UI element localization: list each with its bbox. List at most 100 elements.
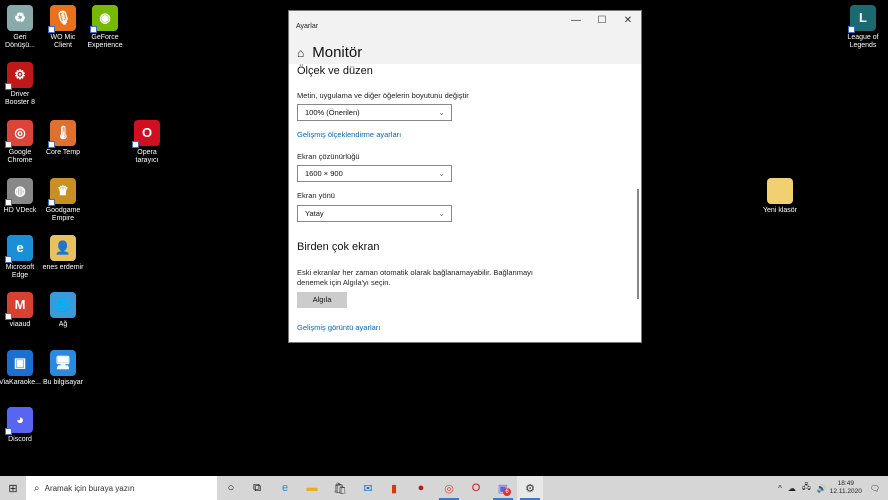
desktop-icon[interactable]: ◉ GeForce Experience bbox=[83, 5, 127, 50]
desktop-icon-label: Ağ bbox=[58, 321, 68, 328]
desktop-icon[interactable]: ♻ Geri Dönüşü... bbox=[0, 5, 42, 50]
shortcut-arrow-icon bbox=[48, 26, 55, 33]
chevron-down-icon: ⌄ bbox=[438, 169, 445, 178]
discord-taskbar-icon[interactable]: ▣6 bbox=[490, 476, 516, 500]
resolution-dropdown[interactable]: 1600 × 900 ⌄ bbox=[297, 165, 452, 182]
desktop-icon-label: Yeni klasör bbox=[763, 207, 797, 214]
settings-window: Ayarlar — ☐ ✕ ⌂ Monitör Ölçek ve düzen M… bbox=[288, 10, 642, 343]
shortcut-arrow-icon bbox=[90, 26, 97, 33]
detect-button[interactable]: Algıla bbox=[297, 292, 347, 308]
shortcut-arrow-icon bbox=[132, 141, 139, 148]
network-tray-icon[interactable]: 🖧 bbox=[802, 481, 811, 495]
minimize-button[interactable]: — bbox=[563, 11, 589, 31]
desktop-icon[interactable]: L League of Legends bbox=[841, 5, 885, 50]
advanced-scaling-link[interactable]: Gelişmiş ölçeklendirme ayarları bbox=[297, 130, 401, 139]
maximize-button[interactable]: ☐ bbox=[589, 11, 615, 31]
volume-icon[interactable]: 🔊 bbox=[817, 484, 827, 493]
title-bar: Ayarlar — ☐ ✕ bbox=[289, 11, 641, 41]
scrollbar[interactable] bbox=[637, 189, 639, 299]
network-icon: 🌐 bbox=[50, 292, 76, 318]
desktop-icon[interactable]: O Opera tarayıcı bbox=[125, 120, 169, 165]
office-icon[interactable]: ▮ bbox=[381, 476, 407, 500]
driver-booster-icon: ⚙ bbox=[5, 62, 33, 90]
cortana-icon[interactable]: ○ bbox=[218, 476, 244, 500]
desktop-icon[interactable]: ◍ HD VDeck bbox=[0, 178, 42, 215]
windows-start-icon[interactable]: ⊞ bbox=[0, 482, 26, 495]
resolution-value: 1600 × 900 bbox=[305, 169, 343, 178]
multi-display-heading: Birden çok ekran bbox=[297, 241, 380, 253]
file-explorer-icon[interactable]: ▬ bbox=[299, 476, 325, 500]
mail-icon[interactable]: ✉ bbox=[355, 476, 381, 500]
desktop-icon[interactable]: ⚙ Driver Booster 8 bbox=[0, 62, 42, 107]
onedrive-icon[interactable]: ☁ bbox=[788, 484, 796, 493]
desktop-icon[interactable]: ◕ Discord bbox=[0, 407, 42, 444]
desktop-icon[interactable]: 🖥 Bu bilgisayar bbox=[41, 350, 85, 387]
desktop-icon-label: Opera tarayıcı bbox=[135, 149, 159, 164]
home-icon[interactable]: ⌂ bbox=[297, 46, 304, 60]
clock[interactable]: 18:49 12.11.2020 bbox=[830, 480, 862, 496]
desktop-icon-label: enes erdemir bbox=[42, 264, 84, 271]
store-icon[interactable]: 🛍 bbox=[327, 476, 353, 500]
scale-section-heading: Ölçek ve düzen bbox=[297, 65, 373, 77]
window-title: Ayarlar bbox=[296, 22, 319, 30]
desktop-icon[interactable]: 🎙 WO Mic Client bbox=[41, 5, 85, 50]
settings-taskbar-icon[interactable]: ⚙ bbox=[517, 476, 543, 500]
desktop-icon-label: viaaud bbox=[9, 321, 31, 328]
opera-taskbar-icon[interactable]: O bbox=[463, 476, 489, 500]
search-input[interactable]: ⌕ Aramak için buraya yazın bbox=[26, 476, 217, 500]
crown-icon: ♛ bbox=[48, 178, 76, 206]
notification-badge: 6 bbox=[503, 488, 511, 496]
close-button[interactable]: ✕ bbox=[615, 11, 641, 31]
resolution-label: Ekran çözünürlüğü bbox=[297, 152, 360, 161]
orientation-value: Yatay bbox=[305, 209, 324, 218]
league-icon: L bbox=[848, 5, 876, 33]
advanced-display-link[interactable]: Gelişmiş görüntü ayarları bbox=[297, 323, 380, 332]
desktop-icon-label: League of Legends bbox=[847, 34, 879, 49]
scale-dropdown[interactable]: 100% (Önerilen) ⌄ bbox=[297, 104, 452, 121]
desktop-icon-label: GeForce Experience bbox=[87, 34, 123, 49]
multi-display-description: Eski ekranlar her zaman otomatik olarak … bbox=[297, 268, 533, 277]
shortcut-arrow-icon bbox=[48, 141, 55, 148]
chrome-taskbar-icon[interactable]: ◎ bbox=[436, 476, 462, 500]
desktop-icon[interactable]: 👤 enes erdemir bbox=[41, 235, 85, 272]
orientation-dropdown[interactable]: Yatay ⌄ bbox=[297, 205, 452, 222]
desktop-icon-label: Google Chrome bbox=[7, 149, 33, 164]
desktop-icon[interactable]: ◎ Google Chrome bbox=[0, 120, 42, 165]
microphone-icon: 🎙 bbox=[48, 5, 76, 33]
desktop-icon[interactable]: 🌐 Ağ bbox=[41, 292, 85, 329]
desktop-icon-label: Core Temp bbox=[45, 149, 81, 156]
desktop-icon-label: Discord bbox=[8, 436, 32, 443]
desktop-icon[interactable]: e Microsoft Edge bbox=[0, 235, 42, 280]
desktop-icon-label: Driver Booster 8 bbox=[5, 91, 35, 106]
shortcut-arrow-icon bbox=[5, 141, 12, 148]
scale-label: Metin, uygulama ve diğer öğelerin boyutu… bbox=[297, 91, 469, 100]
computer-icon: 🖥 bbox=[50, 350, 76, 376]
viaaud-icon: M bbox=[5, 292, 33, 320]
shortcut-arrow-icon bbox=[5, 428, 12, 435]
desktop-icon[interactable]: ▣ ViaKaraoke... bbox=[0, 350, 42, 387]
driver-booster-taskbar-icon[interactable]: ● bbox=[408, 476, 434, 500]
chevron-up-icon[interactable]: ^ bbox=[778, 484, 782, 493]
chrome-icon: ◎ bbox=[5, 120, 33, 148]
edge-taskbar-icon[interactable]: e bbox=[272, 476, 298, 500]
shortcut-arrow-icon bbox=[848, 26, 855, 33]
desktop-icon[interactable]: Mviaaud bbox=[0, 292, 42, 329]
notifications-icon[interactable]: 🗨 bbox=[870, 484, 880, 493]
shortcut-arrow-icon bbox=[48, 199, 55, 206]
opera-icon: O bbox=[132, 120, 160, 148]
desktop-icon[interactable]: ♛ Goodgame Empire bbox=[41, 178, 85, 223]
folder-icon bbox=[767, 178, 793, 204]
desktop-icon[interactable]: 🌡 Core Temp bbox=[41, 120, 85, 157]
thermometer-icon: 🌡 bbox=[48, 120, 76, 148]
hd-vdeck-icon: ◍ bbox=[5, 178, 33, 206]
date: 12.11.2020 bbox=[829, 488, 862, 495]
search-placeholder: Aramak için buraya yazın bbox=[44, 483, 135, 493]
desktop-icon[interactable]: Yeni klasör bbox=[758, 178, 802, 215]
task-view-icon[interactable]: ⧉ bbox=[244, 476, 270, 500]
search-icon: ⌕ bbox=[34, 482, 40, 494]
desktop-icon-label: WO Mic Client bbox=[50, 34, 76, 49]
user-folder-icon: 👤 bbox=[50, 235, 76, 261]
shortcut-arrow-icon bbox=[5, 83, 12, 90]
time: 18:49 bbox=[837, 480, 854, 487]
chevron-down-icon: ⌄ bbox=[438, 108, 445, 117]
